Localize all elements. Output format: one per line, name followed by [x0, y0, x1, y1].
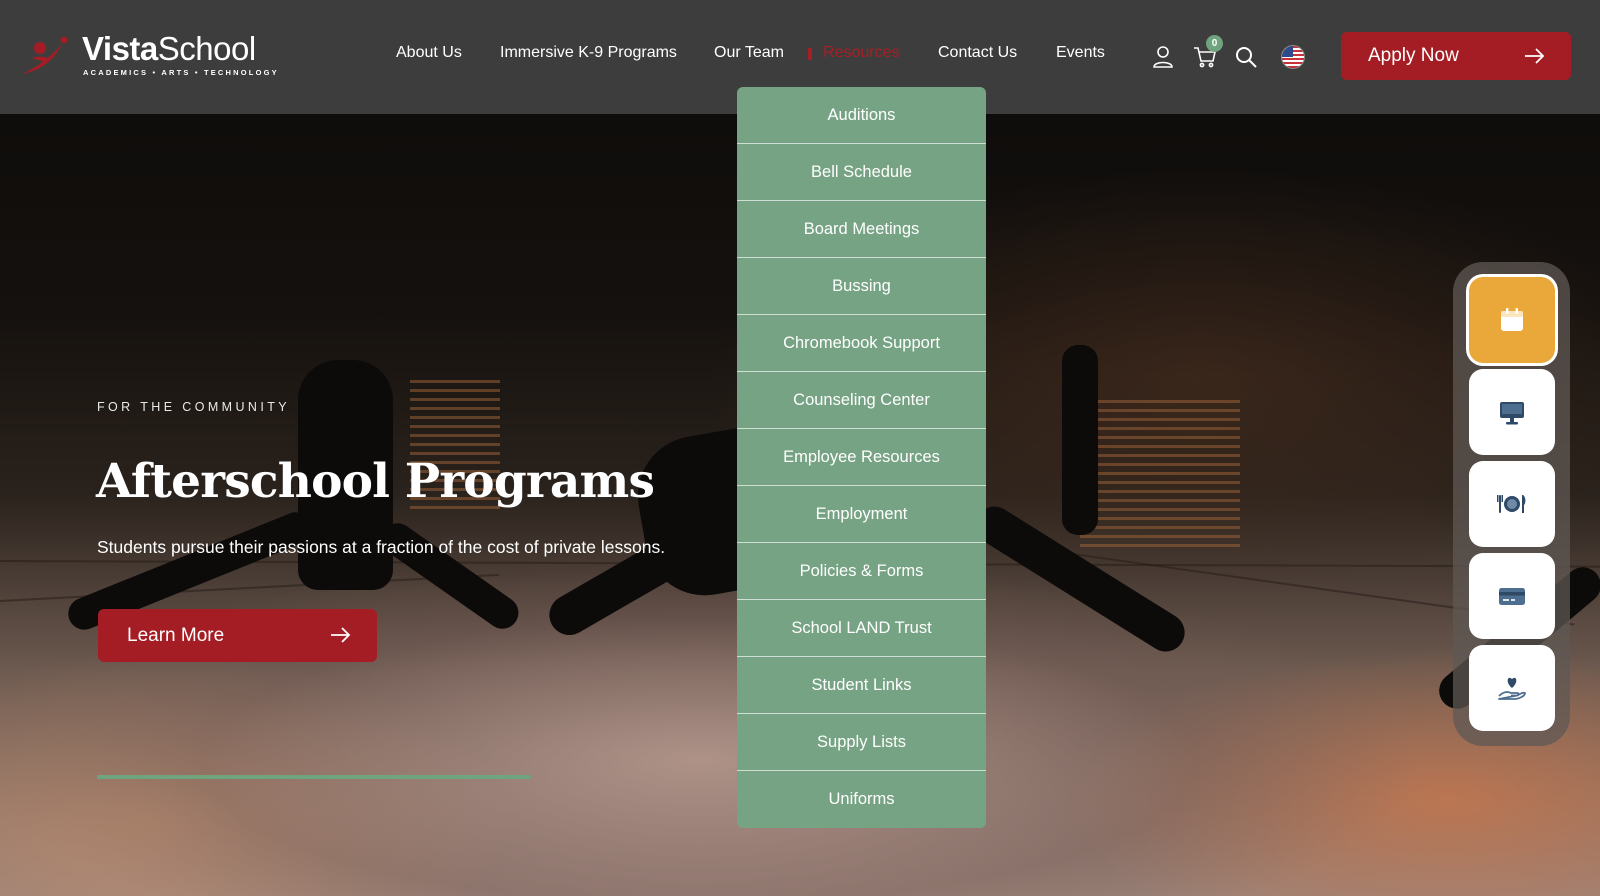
dropdown-item-school-land-trust[interactable]: School LAND Trust — [737, 600, 986, 657]
dropdown-item-supply-lists[interactable]: Supply Lists — [737, 714, 986, 771]
donate-heart-hand-icon — [1498, 677, 1526, 700]
logo-wordmark: VistaSchool — [82, 30, 256, 67]
nav-about-us[interactable]: About Us — [396, 44, 462, 62]
nav-contact-us[interactable]: Contact Us — [938, 44, 1017, 62]
user-icon[interactable] — [1150, 44, 1176, 70]
quick-donate-button[interactable] — [1469, 645, 1555, 731]
logo-tagline: ACADEMICS • ARTS • TECHNOLOGY — [83, 68, 279, 77]
slide-progress-track — [97, 775, 531, 779]
hero-title: Afterschool Programs — [96, 454, 655, 509]
slide-progress-fill — [97, 775, 531, 779]
nav-resources-label: Resources — [823, 44, 900, 61]
active-nav-marker — [808, 48, 812, 60]
learn-more-button[interactable]: Learn More — [98, 609, 377, 662]
hero-eyebrow: FOR THE COMMUNITY — [97, 400, 290, 414]
learn-more-label: Learn More — [127, 625, 225, 646]
dropdown-item-bussing[interactable]: Bussing — [737, 258, 986, 315]
dropdown-item-auditions[interactable]: Auditions — [737, 87, 986, 144]
search-icon[interactable] — [1233, 44, 1259, 70]
dropdown-item-counseling-center[interactable]: Counseling Center — [737, 372, 986, 429]
nav-our-team[interactable]: Our Team — [714, 44, 784, 62]
dropdown-item-employment[interactable]: Employment — [737, 486, 986, 543]
nav-events[interactable]: Events — [1056, 44, 1105, 62]
apply-now-button[interactable]: Apply Now — [1341, 32, 1571, 80]
dropdown-item-employee-resources[interactable]: Employee Resources — [737, 429, 986, 486]
dancer-logo-icon — [22, 36, 68, 74]
dining-icon — [1497, 495, 1526, 513]
payment-card-icon — [1499, 588, 1525, 605]
quick-access-bar — [1453, 262, 1570, 746]
resources-dropdown-menu: Auditions Bell Schedule Board Meetings Buss… — [737, 87, 986, 828]
monitor-icon — [1500, 402, 1524, 425]
dropdown-item-board-meetings[interactable]: Board Meetings — [737, 201, 986, 258]
quick-payments-button[interactable] — [1469, 553, 1555, 639]
dropdown-item-uniforms[interactable]: Uniforms — [737, 771, 986, 828]
arrow-right-icon — [331, 627, 351, 643]
dropdown-item-chromebook-support[interactable]: Chromebook Support — [737, 315, 986, 372]
us-flag-icon[interactable] — [1282, 46, 1304, 68]
school-logo[interactable]: VistaSchool ACADEMICS • ARTS • TECHNOLOG… — [20, 30, 277, 82]
hero-subtitle: Students pursue their passions at a frac… — [97, 537, 666, 557]
calendar-icon — [1501, 308, 1523, 331]
cart-button[interactable]: 0 — [1192, 35, 1223, 70]
nav-immersive-programs[interactable]: Immersive K-9 Programs — [500, 44, 677, 62]
dropdown-item-policies-forms[interactable]: Policies & Forms — [737, 543, 986, 600]
quick-calendar-button[interactable] — [1469, 277, 1555, 363]
apply-now-label: Apply Now — [1368, 45, 1459, 66]
cart-count-badge: 0 — [1206, 35, 1223, 52]
quick-dining-button[interactable] — [1469, 461, 1555, 547]
nav-resources[interactable]: Resources — [808, 44, 900, 62]
quick-technology-button[interactable] — [1469, 369, 1555, 455]
arrow-right-icon — [1525, 48, 1545, 64]
dropdown-item-student-links[interactable]: Student Links — [737, 657, 986, 714]
dropdown-item-bell-schedule[interactable]: Bell Schedule — [737, 144, 986, 201]
